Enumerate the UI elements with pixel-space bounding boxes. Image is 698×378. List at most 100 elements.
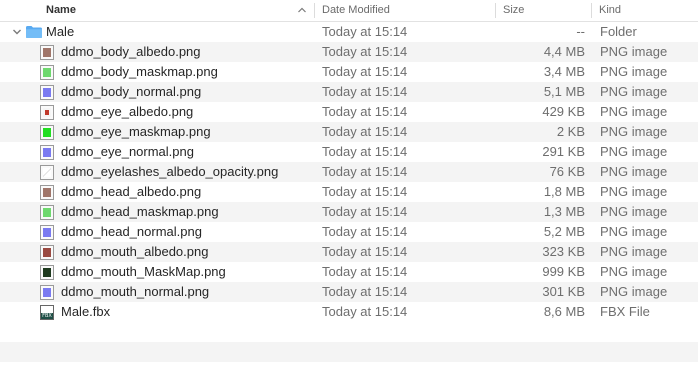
file-row[interactable]: ddmo_head_albedo.png Today at 15:14 1,8 MB…	[0, 182, 698, 202]
date-modified: Today at 15:14	[322, 224, 408, 239]
file-kind: FBX File	[600, 304, 650, 319]
file-row[interactable]: FBX Male.fbx Today at 15:14 8,6 MB FBX File	[0, 302, 698, 322]
file-size: 5,1 MB	[543, 84, 585, 99]
albedo-thumb-icon	[40, 45, 54, 60]
sort-ascending-icon[interactable]	[297, 3, 307, 17]
file-row[interactable]: ddmo_mouth_normal.png Today at 15:14 301 K…	[0, 282, 698, 302]
date-modified: Today at 15:14	[322, 244, 408, 259]
file-kind: PNG image	[600, 84, 668, 99]
file-row[interactable]: ddmo_mouth_MaskMap.png Today at 15:14 999 …	[0, 262, 698, 282]
file-kind: PNG image	[600, 64, 668, 79]
file-kind: PNG image	[600, 244, 668, 259]
file-kind: PNG image	[600, 284, 668, 299]
thumbnail-swatch	[43, 248, 51, 257]
file-kind: PNG image	[600, 204, 668, 219]
file-name: ddmo_head_albedo.png	[61, 184, 202, 199]
date-modified: Today at 15:14	[322, 284, 408, 299]
thumbnail-swatch	[43, 108, 51, 117]
albedo-thumb-icon	[40, 185, 54, 200]
file-size: 5,2 MB	[543, 224, 585, 239]
column-header: Name Date Modified Size Kind	[0, 0, 698, 22]
fbx-badge: FBX	[41, 313, 53, 319]
thumbnail-swatch	[43, 68, 51, 77]
file-row[interactable]: ddmo_body_normal.png Today at 15:14 5,1 MB…	[0, 82, 698, 102]
file-kind: PNG image	[600, 144, 668, 159]
column-header-name[interactable]: Name	[46, 0, 316, 21]
thumbnail-swatch	[43, 88, 51, 97]
date-modified: Today at 15:14	[322, 104, 408, 119]
file-name: ddmo_mouth_normal.png	[61, 284, 210, 299]
file-row[interactable]: ddmo_head_normal.png Today at 15:14 5,2 MB…	[0, 222, 698, 242]
file-row[interactable]: ddmo_head_maskmap.png Today at 15:14 1,3 M…	[0, 202, 698, 222]
thumbnail-swatch	[43, 288, 51, 297]
file-kind: PNG image	[600, 264, 668, 279]
folder-name: Male	[46, 24, 75, 39]
file-name: ddmo_body_normal.png	[61, 84, 202, 99]
column-header-date-modified[interactable]: Date Modified	[322, 0, 390, 21]
file-kind: PNG image	[600, 224, 668, 239]
file-size: --	[576, 24, 585, 39]
normal-thumb-icon	[40, 285, 54, 300]
file-size: 4,4 MB	[543, 44, 585, 59]
normal-thumb-icon	[40, 225, 54, 240]
file-row[interactable]: ddmo_eyelashes_albedo_opacity.png Today a…	[0, 162, 698, 182]
date-modified: Today at 15:14	[322, 144, 408, 159]
file-kind: PNG image	[600, 164, 668, 179]
file-size: 1,3 MB	[543, 204, 585, 219]
eye-albedo-thumb-icon	[40, 105, 54, 120]
file-size: 1,8 MB	[543, 184, 585, 199]
file-name: ddmo_eyelashes_albedo_opacity.png	[61, 164, 279, 179]
file-kind: PNG image	[600, 104, 668, 119]
maskmap-thumb-icon	[40, 125, 54, 140]
thumbnail-swatch	[43, 188, 51, 197]
folder-row-male[interactable]: Male Today at 15:14 -- Folder	[0, 22, 698, 42]
date-modified: Today at 15:14	[322, 204, 408, 219]
file-kind: PNG image	[600, 184, 668, 199]
date-modified: Today at 15:14	[322, 44, 408, 59]
file-name: ddmo_body_maskmap.png	[61, 64, 218, 79]
normal-thumb-icon	[40, 145, 54, 160]
empty-row	[0, 342, 698, 362]
thumbnail-swatch	[43, 128, 51, 137]
file-kind: PNG image	[600, 124, 668, 139]
file-name: ddmo_body_albedo.png	[61, 44, 201, 59]
file-name: ddmo_head_normal.png	[61, 224, 202, 239]
maskmap-thumb-icon	[40, 205, 54, 220]
file-size: 291 KB	[542, 144, 585, 159]
thumbnail-swatch	[43, 208, 51, 217]
thumbnail-swatch	[43, 268, 51, 277]
file-row[interactable]: ddmo_eye_albedo.png Today at 15:14 429 KB P…	[0, 102, 698, 122]
file-name: ddmo_eye_normal.png	[61, 144, 194, 159]
file-size: 2 KB	[556, 124, 585, 139]
file-size: 3,4 MB	[543, 64, 585, 79]
chevron-down-icon[interactable]	[11, 27, 23, 37]
date-modified: Today at 15:14	[322, 24, 408, 39]
date-modified: Today at 15:14	[322, 264, 408, 279]
file-kind: Folder	[600, 24, 637, 39]
file-size: 429 KB	[542, 104, 585, 119]
file-name: ddmo_mouth_albedo.png	[61, 244, 209, 259]
column-header-kind[interactable]: Kind	[599, 0, 621, 21]
thumbnail-swatch	[43, 168, 51, 177]
file-row[interactable]: ddmo_eye_maskmap.png Today at 15:14 2 KB PN…	[0, 122, 698, 142]
file-kind: PNG image	[600, 44, 668, 59]
column-divider[interactable]	[495, 3, 496, 18]
file-name: Male.fbx	[61, 304, 111, 319]
folder-icon	[26, 26, 42, 38]
normal-thumb-icon	[40, 85, 54, 100]
file-name: ddmo_eye_albedo.png	[61, 104, 194, 119]
file-row[interactable]: ddmo_mouth_albedo.png Today at 15:14 323 K…	[0, 242, 698, 262]
column-divider[interactable]	[591, 3, 592, 18]
date-modified: Today at 15:14	[322, 64, 408, 79]
file-size: 8,6 MB	[543, 304, 585, 319]
date-modified: Today at 15:14	[322, 304, 408, 319]
file-name: ddmo_head_maskmap.png	[61, 204, 219, 219]
file-row[interactable]: ddmo_body_maskmap.png Today at 15:14 3,4 M…	[0, 62, 698, 82]
thumbnail-swatch	[43, 48, 51, 57]
fbx-file-icon: FBX	[40, 305, 54, 320]
empty-row	[0, 322, 698, 342]
column-header-size[interactable]: Size	[503, 0, 524, 21]
file-row[interactable]: ddmo_body_albedo.png Today at 15:14 4,4 MB…	[0, 42, 698, 62]
file-row[interactable]: ddmo_eye_normal.png Today at 15:14 291 KB P…	[0, 142, 698, 162]
column-divider[interactable]	[314, 3, 315, 18]
